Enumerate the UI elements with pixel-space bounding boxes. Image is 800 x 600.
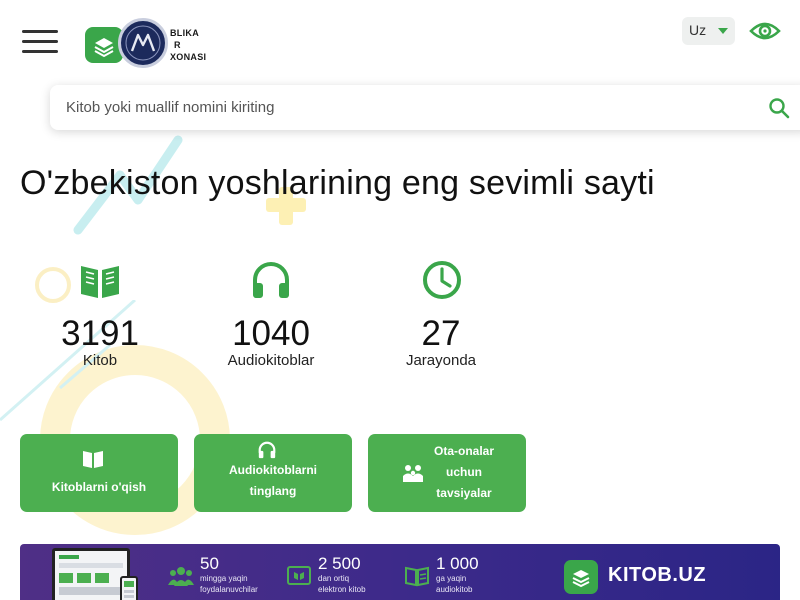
promo-banner[interactable]: 50 mingga yaqin foydalanuvchilar 2 500 d… — [20, 544, 780, 600]
logo-text-line: BLIKA — [170, 28, 199, 38]
action-label-line: uchun — [446, 465, 482, 479]
banner-stat-text: mingga yaqin — [200, 574, 248, 583]
action-label-line: Ota-onalar — [433, 444, 494, 458]
kitob-logo-icon — [564, 560, 598, 594]
search-bar — [50, 85, 800, 130]
book-open-icon — [81, 266, 119, 298]
action-label-line: Kitoblarni o'qish — [51, 480, 147, 494]
hamburger-menu-button[interactable] — [22, 30, 58, 56]
banner-stat-value: 50 — [200, 554, 219, 573]
stat-value: 3191 — [61, 314, 139, 353]
brand-name: KITOB.UZ — [608, 564, 707, 586]
laptop-mockup-image — [52, 548, 130, 600]
logo-text-line: XONASI — [170, 52, 207, 62]
headphones-icon — [253, 262, 289, 298]
stat-value: 1040 — [232, 314, 310, 353]
clock-icon — [423, 261, 461, 299]
stat-label: Kitob — [82, 352, 118, 369]
action-label: Kitoblarni o'qish — [20, 477, 178, 498]
action-label-line: Audiokitoblarni — [229, 463, 317, 477]
headphones-icon — [258, 441, 276, 459]
banner-stat-text: elektron kitob — [318, 585, 366, 594]
stat-in-progress: 27 Jarayonda — [366, 258, 516, 378]
menu-bar — [22, 40, 58, 43]
action-label-line: tinglang — [249, 484, 297, 498]
banner-stat-text: foydalanuvchilar — [200, 585, 258, 594]
banner-stat-value: 1 000 — [436, 554, 479, 573]
language-label: Uz — [689, 22, 707, 38]
action-label: Ota-onalar uchun tavsiyalar — [416, 441, 512, 504]
stat-value: 27 — [421, 314, 461, 353]
audiobook-icon — [405, 566, 429, 587]
banner-stat-text: dan ortiq — [318, 574, 350, 583]
caret-down-icon — [718, 28, 728, 34]
read-books-button[interactable]: Kitoblarni o'qish — [20, 434, 178, 512]
menu-bar — [22, 50, 58, 53]
users-icon — [168, 567, 194, 586]
phone-mockup-image — [120, 576, 138, 600]
banner-stat-text: ga yaqin — [436, 574, 467, 583]
stat-books: 3191 Kitob — [25, 258, 175, 378]
stat-label: Jarayonda — [405, 352, 477, 369]
banner-stat-text: audiokitob — [436, 585, 473, 594]
ebook-icon — [287, 566, 311, 585]
ministry-seal-icon — [118, 18, 168, 68]
action-label: Audiokitoblarni tinglang — [194, 460, 352, 502]
parents-recommendations-button[interactable]: Ota-onalar uchun tavsiyalar — [368, 434, 526, 512]
site-header: BLIKA R XONASI Uz — [0, 0, 800, 80]
menu-bar — [22, 30, 58, 33]
banner-stat-value: 2 500 — [318, 554, 361, 573]
action-label-line: tavsiyalar — [436, 486, 492, 500]
stat-label: Audiokitoblar — [227, 352, 315, 369]
logo-text: BLIKA R XONASI — [170, 27, 206, 63]
page-title: O'zbekiston yoshlarining eng sevimli say… — [20, 164, 655, 202]
book-open-icon — [83, 451, 103, 468]
language-selector[interactable]: Uz — [682, 17, 735, 45]
search-icon[interactable] — [768, 97, 790, 119]
listen-audiobooks-button[interactable]: Audiokitoblarni tinglang — [194, 434, 352, 512]
eye-icon[interactable] — [748, 18, 782, 44]
search-input[interactable] — [66, 85, 746, 130]
site-logo[interactable]: BLIKA R XONASI — [84, 18, 254, 72]
logo-text-line: R — [174, 40, 181, 50]
stat-audiobooks: 1040 Audiokitoblar — [196, 258, 346, 378]
